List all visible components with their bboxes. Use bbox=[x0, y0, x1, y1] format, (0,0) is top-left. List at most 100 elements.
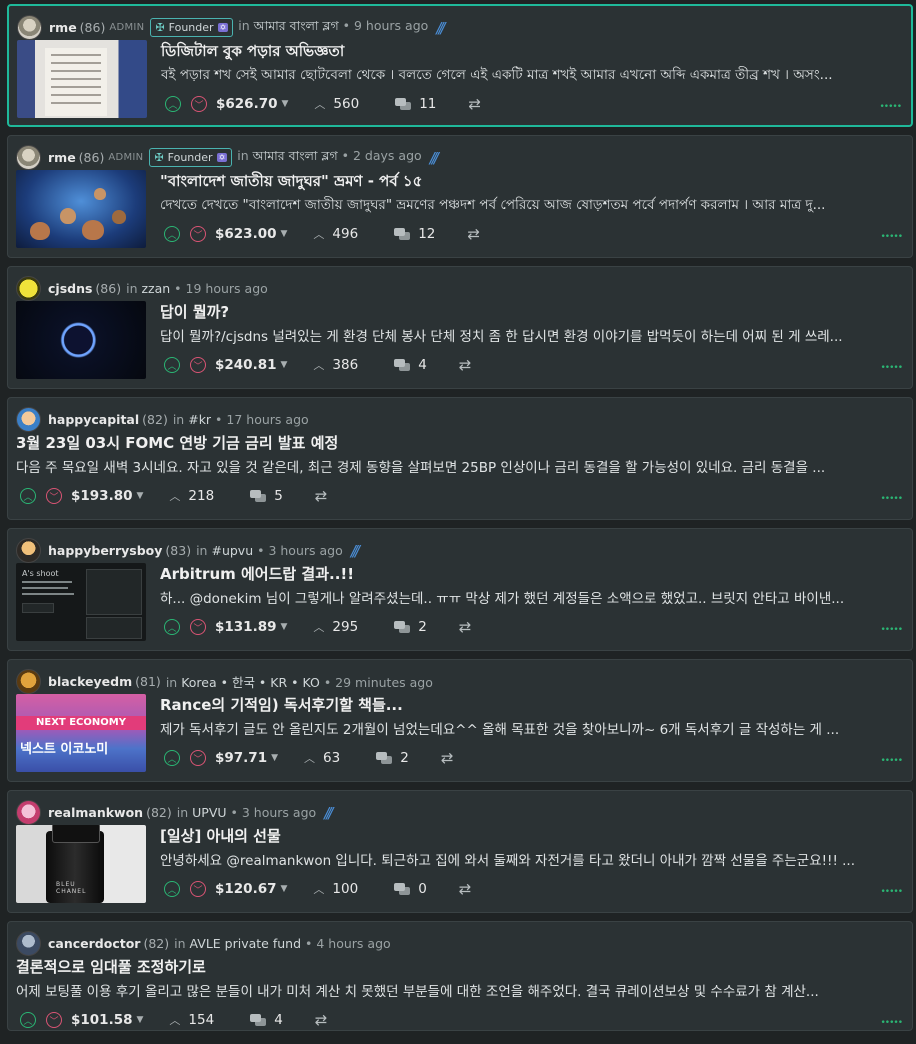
post-excerpt[interactable]: বই পড়ার শখ সেই আমার ছোটবেলা থেকে । বলতে… bbox=[161, 64, 901, 87]
options-dots[interactable]: ••••• bbox=[880, 887, 903, 897]
avatar[interactable] bbox=[16, 931, 41, 956]
comment-count[interactable]: 5 bbox=[250, 488, 283, 504]
post-title[interactable]: 결론적으로 임대풀 조정하기로 bbox=[16, 956, 206, 977]
community-link[interactable]: #upvu bbox=[211, 543, 253, 558]
author-name[interactable]: blackeyedm bbox=[48, 674, 132, 689]
community-link[interactable]: zzan bbox=[141, 281, 170, 296]
options-dots[interactable]: ••••• bbox=[880, 1018, 903, 1028]
options-dots[interactable]: ••••• bbox=[880, 232, 903, 242]
resteem-icon[interactable]: ⇄ bbox=[459, 618, 472, 636]
post-title[interactable]: "বাংলাদেশ জাতীয় জাদুঘর" ভ্রমণ - পর্ব ১৫ bbox=[160, 170, 422, 195]
comment-count[interactable]: 11 bbox=[395, 96, 436, 112]
upvote-icon[interactable]: ︿ bbox=[20, 488, 36, 504]
payout-value[interactable]: $101.58 bbox=[71, 1012, 133, 1028]
post-card[interactable]: happyberrysboy (83) in #upvu • 3 hours a… bbox=[7, 528, 913, 651]
post-title[interactable]: Rance의 기적임) 독서후기할 책들... bbox=[160, 694, 403, 715]
payout-value[interactable]: $240.81 bbox=[215, 357, 277, 373]
downvote-icon[interactable]: ﹀ bbox=[191, 96, 207, 112]
vote-count[interactable]: ︿ 63 bbox=[304, 750, 340, 766]
resteem-icon[interactable]: ⇄ bbox=[315, 487, 328, 505]
post-thumbnail[interactable]: A's shoot bbox=[16, 563, 146, 641]
options-dots[interactable]: ••••• bbox=[880, 363, 903, 373]
upvote-icon[interactable]: ︿ bbox=[164, 226, 180, 242]
vote-count[interactable]: ︿ 218 bbox=[169, 488, 214, 504]
vote-count[interactable]: ︿ 560 bbox=[314, 96, 359, 112]
author-name[interactable]: happyberrysboy bbox=[48, 543, 162, 558]
comment-count[interactable]: 0 bbox=[394, 881, 427, 897]
downvote-icon[interactable]: ﹀ bbox=[46, 488, 62, 504]
caret-down-icon[interactable]: ▼ bbox=[282, 99, 289, 109]
payout-value[interactable]: $97.71 bbox=[215, 750, 267, 766]
payout-value[interactable]: $131.89 bbox=[215, 619, 277, 635]
comment-count[interactable]: 12 bbox=[394, 226, 435, 242]
avatar[interactable] bbox=[16, 538, 41, 563]
downvote-icon[interactable]: ﹀ bbox=[190, 750, 206, 766]
post-card[interactable]: realmankwon (82) in UPVU • 3 hours ago /… bbox=[7, 790, 913, 913]
downvote-icon[interactable]: ﹀ bbox=[190, 357, 206, 373]
community-link[interactable]: UPVU bbox=[192, 805, 226, 820]
comment-count[interactable]: 2 bbox=[376, 750, 409, 766]
avatar[interactable] bbox=[16, 800, 41, 825]
post-time[interactable]: 9 hours ago bbox=[354, 18, 428, 33]
payout-value[interactable]: $120.67 bbox=[215, 881, 277, 897]
avatar[interactable] bbox=[17, 15, 42, 40]
avatar[interactable] bbox=[16, 276, 41, 301]
avatar[interactable] bbox=[16, 145, 41, 170]
community-link[interactable]: Korea • 한국 • KR • KO bbox=[181, 675, 320, 690]
vote-count[interactable]: ︿ 386 bbox=[313, 357, 358, 373]
author-name[interactable]: rme bbox=[49, 20, 77, 35]
upvote-icon[interactable]: ︿ bbox=[20, 1012, 36, 1028]
post-time[interactable]: 29 minutes ago bbox=[335, 675, 433, 690]
post-title[interactable]: [일상] 아내의 선물 bbox=[160, 825, 281, 846]
author-name[interactable]: cjsdns bbox=[48, 281, 92, 296]
comment-count[interactable]: 4 bbox=[394, 357, 427, 373]
upvote-icon[interactable]: ︿ bbox=[165, 96, 181, 112]
post-time[interactable]: 19 hours ago bbox=[186, 281, 268, 296]
options-dots[interactable]: ••••• bbox=[880, 756, 903, 766]
post-card[interactable]: blackeyedm (81) in Korea • 한국 • KR • KO … bbox=[7, 659, 913, 782]
author-name[interactable]: rme bbox=[48, 150, 76, 165]
community-link[interactable]: AVLE private fund bbox=[190, 936, 302, 951]
options-dots[interactable]: ••••• bbox=[879, 102, 902, 112]
payout-value[interactable]: $626.70 bbox=[216, 96, 278, 112]
post-time[interactable]: 2 days ago bbox=[353, 148, 422, 163]
caret-down-icon[interactable]: ▼ bbox=[137, 1015, 144, 1025]
community-link[interactable]: আমার বাংলা ব্লগ bbox=[253, 148, 338, 163]
avatar[interactable] bbox=[16, 669, 41, 694]
post-time[interactable]: 3 hours ago bbox=[268, 543, 342, 558]
post-card[interactable]: cjsdns (86) in zzan • 19 hours ago 답이 뭘까… bbox=[7, 266, 913, 389]
post-excerpt[interactable]: 안녕하세요 @realmankwon 입니다. 퇴근하고 집에 와서 둘째와 자… bbox=[160, 849, 900, 869]
upvote-icon[interactable]: ︿ bbox=[164, 750, 180, 766]
post-excerpt[interactable]: 어제 보팅풀 이용 후기 올리고 많은 분들이 내가 미처 계산 치 못했던 부… bbox=[16, 980, 896, 1000]
post-thumbnail[interactable] bbox=[16, 170, 146, 248]
caret-down-icon[interactable]: ▼ bbox=[281, 360, 288, 370]
post-excerpt[interactable]: দেখতে দেখতে "বাংলাদেশ জাতীয় জাদুঘর" ভ্র… bbox=[160, 194, 900, 217]
post-card[interactable]: rme (86) ADMIN ✠ Founder ✡ in আমার বাংলা ব… bbox=[7, 135, 913, 258]
resteem-icon[interactable]: ⇄ bbox=[467, 225, 480, 243]
comment-count[interactable]: 4 bbox=[250, 1012, 283, 1028]
post-thumbnail[interactable]: NEXT ECONOMY 넥스트 이코노미 bbox=[16, 694, 146, 772]
payout-value[interactable]: $193.80 bbox=[71, 488, 133, 504]
author-name[interactable]: happycapital bbox=[48, 412, 139, 427]
comment-count[interactable]: 2 bbox=[394, 619, 427, 635]
author-name[interactable]: cancerdoctor bbox=[48, 936, 140, 951]
post-title[interactable]: 답이 뭘까? bbox=[160, 301, 229, 322]
post-time[interactable]: 4 hours ago bbox=[316, 936, 390, 951]
post-excerpt[interactable]: 답이 뭘까?/cjsdns 널려있는 게 환경 단체 봉사 단체 정치 좀 한 … bbox=[160, 325, 900, 345]
downvote-icon[interactable]: ﹀ bbox=[190, 881, 206, 897]
caret-down-icon[interactable]: ▼ bbox=[281, 622, 288, 632]
options-dots[interactable]: ••••• bbox=[880, 494, 903, 504]
resteem-icon[interactable]: ⇄ bbox=[441, 749, 454, 767]
post-title[interactable]: ডিজিটাল বুক পড়ার অভিজ্ঞতা bbox=[161, 40, 344, 65]
resteem-icon[interactable]: ⇄ bbox=[315, 1011, 328, 1029]
downvote-icon[interactable]: ﹀ bbox=[46, 1012, 62, 1028]
downvote-icon[interactable]: ﹀ bbox=[190, 619, 206, 635]
downvote-icon[interactable]: ﹀ bbox=[190, 226, 206, 242]
author-name[interactable]: realmankwon bbox=[48, 805, 143, 820]
post-excerpt[interactable]: 다음 주 목요일 새벽 3시네요. 자고 있을 것 같은데, 최근 경제 동향을… bbox=[16, 456, 896, 476]
caret-down-icon[interactable]: ▼ bbox=[271, 753, 278, 763]
upvote-icon[interactable]: ︿ bbox=[164, 357, 180, 373]
upvote-icon[interactable]: ︿ bbox=[164, 881, 180, 897]
upvote-icon[interactable]: ︿ bbox=[164, 619, 180, 635]
resteem-icon[interactable]: ⇄ bbox=[459, 356, 472, 374]
